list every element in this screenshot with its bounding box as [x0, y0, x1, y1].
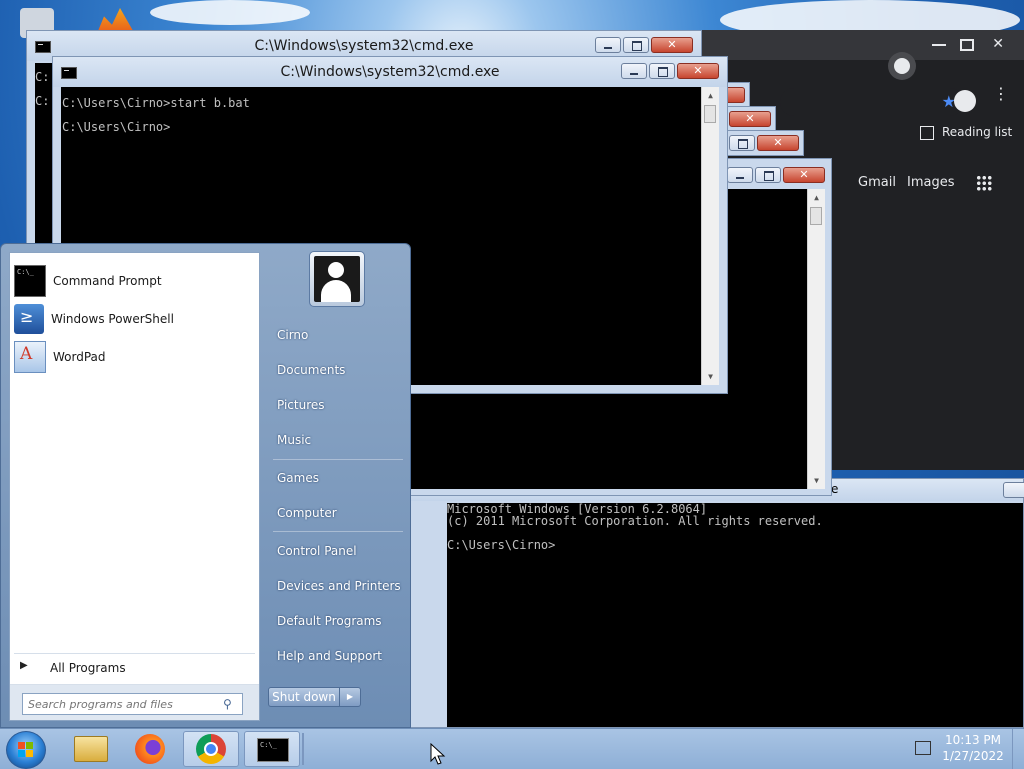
console-line: C:\Users\Cirno> — [447, 538, 556, 552]
start-menu: C:\_ Command Prompt ≥ Windows PowerShell… — [0, 243, 411, 728]
profile-avatar[interactable] — [954, 90, 976, 112]
music-link[interactable]: Music — [277, 433, 311, 447]
scroll-up-arrow[interactable]: ▲ — [808, 189, 825, 206]
taskbar: C:\_ 10:13 PM 1/27/2022 — [0, 728, 1024, 769]
minimize-button[interactable] — [621, 63, 647, 79]
program-powershell[interactable]: ≥ Windows PowerShell — [14, 302, 256, 336]
scroll-up-arrow[interactable]: ▲ — [702, 87, 719, 104]
close-button[interactable] — [651, 37, 693, 53]
chevron-down-icon — [894, 58, 910, 74]
program-command-prompt[interactable]: C:\_ Command Prompt — [14, 264, 256, 298]
taskbar-explorer[interactable] — [62, 731, 118, 767]
close-button[interactable] — [729, 111, 771, 127]
scroll-down-arrow[interactable]: ▼ — [808, 472, 825, 489]
caption-buttons — [619, 63, 719, 79]
scroll-down-arrow[interactable]: ▼ — [702, 368, 719, 385]
apps-grid-icon[interactable] — [976, 175, 992, 191]
shutdown-options-button[interactable]: ▶ — [339, 687, 361, 707]
images-link[interactable]: Images — [907, 175, 955, 190]
default-programs-link[interactable]: Default Programs — [277, 614, 382, 628]
gmail-link[interactable]: Gmail — [858, 175, 896, 190]
arrow-right-icon: ▶ — [20, 660, 28, 671]
games-link[interactable]: Games — [277, 471, 319, 485]
program-label: WordPad — [53, 350, 106, 364]
firefox-icon — [135, 734, 165, 764]
maximize-button[interactable] — [729, 135, 755, 151]
powershell-icon: ≥ — [14, 304, 44, 334]
start-menu-programs-pane: C:\_ Command Prompt ≥ Windows PowerShell… — [9, 252, 260, 721]
wallpaper-cloud — [150, 0, 310, 25]
scroll-thumb[interactable] — [704, 105, 716, 123]
search-input[interactable] — [22, 693, 243, 715]
search-area: ⚲ — [10, 685, 259, 720]
show-desktop-button[interactable] — [1012, 729, 1024, 769]
close-button[interactable] — [783, 167, 825, 183]
address-bar[interactable]: ★ — [780, 88, 964, 116]
divider — [273, 459, 403, 460]
tab-search-button[interactable] — [888, 52, 916, 80]
vertical-scrollbar[interactable]: ▲ ▼ — [807, 189, 825, 489]
close-button[interactable] — [757, 135, 799, 151]
program-label: Command Prompt — [53, 274, 162, 288]
maximize-button[interactable] — [623, 37, 649, 53]
control-panel-link[interactable]: Control Panel — [277, 544, 357, 558]
divider — [273, 531, 403, 532]
start-menu-places-pane: Cirno Documents Pictures Music Games Com… — [263, 244, 411, 729]
maximize-button[interactable] — [960, 39, 974, 51]
documents-link[interactable]: Documents — [277, 363, 345, 377]
taskbar-chrome[interactable] — [183, 731, 239, 767]
explorer-icon — [74, 736, 108, 762]
clock[interactable]: 10:13 PM 1/27/2022 — [940, 733, 1006, 763]
chrome-icon — [196, 734, 226, 764]
console-line: (c) 2011 Microsoft Corporation. All righ… — [447, 514, 823, 528]
maximize-button[interactable] — [649, 63, 675, 79]
close-button[interactable] — [677, 63, 719, 79]
close-button[interactable]: ✕ — [992, 36, 1004, 52]
console-line: C:\Users\Cirno> — [62, 120, 171, 134]
minimize-button[interactable] — [595, 37, 621, 53]
console-line: C:\Users\Cirno>start b.bat — [62, 96, 250, 110]
cmd-window-bottom: e Microsoft Windows [Version 6.2.8064] (… — [410, 478, 1024, 728]
devices-printers-link[interactable]: Devices and Printers — [277, 579, 401, 593]
network-icon[interactable] — [915, 741, 931, 755]
clock-time: 10:13 PM — [945, 733, 1001, 747]
program-wordpad[interactable]: A WordPad — [14, 340, 256, 374]
avatar[interactable] — [309, 251, 365, 307]
clock-date: 1/27/2022 — [942, 749, 1004, 763]
program-label: Windows PowerShell — [51, 312, 174, 326]
minimize-button[interactable] — [727, 167, 753, 183]
maximize-button[interactable] — [755, 167, 781, 183]
shutdown-button[interactable]: Shut down — [268, 687, 340, 707]
pictures-link[interactable]: Pictures — [277, 398, 325, 412]
chrome-titlebar: ✕ — [700, 30, 1024, 80]
search-icon: ⚲ — [223, 697, 232, 711]
minimize-button[interactable] — [932, 44, 946, 46]
all-programs-button[interactable]: ▶ All Programs — [20, 660, 250, 678]
start-button[interactable] — [6, 731, 46, 769]
reading-list-button[interactable]: Reading list — [942, 125, 1012, 139]
all-programs-label: All Programs — [50, 661, 126, 675]
user-folder-link[interactable]: Cirno — [277, 328, 308, 342]
caption-buttons — [593, 37, 693, 53]
cmd-icon: C:\_ — [257, 738, 289, 762]
titlebar: C:\Windows\system32\cmd.exe — [53, 57, 727, 87]
title-fragment: e — [831, 482, 839, 496]
taskbar-separator — [302, 733, 304, 765]
help-support-link[interactable]: Help and Support — [277, 649, 382, 663]
minimize-button[interactable] — [1003, 482, 1024, 498]
cmd-icon: C:\_ — [14, 265, 46, 297]
console-output[interactable]: Microsoft Windows [Version 6.2.8064] (c)… — [447, 503, 1023, 727]
taskbar-firefox[interactable] — [122, 731, 178, 767]
reading-list-icon — [920, 126, 934, 140]
vertical-scrollbar[interactable]: ▲ ▼ — [701, 87, 719, 385]
scroll-thumb[interactable] — [810, 207, 822, 225]
mouse-pointer-icon — [430, 743, 446, 765]
chrome-menu-icon[interactable]: ⋮ — [993, 86, 1009, 102]
taskbar-cmd[interactable]: C:\_ — [244, 731, 300, 767]
shutdown-label: Shut down — [272, 690, 336, 704]
computer-link[interactable]: Computer — [277, 506, 337, 520]
wordpad-icon: A — [14, 341, 46, 373]
divider — [14, 653, 255, 654]
